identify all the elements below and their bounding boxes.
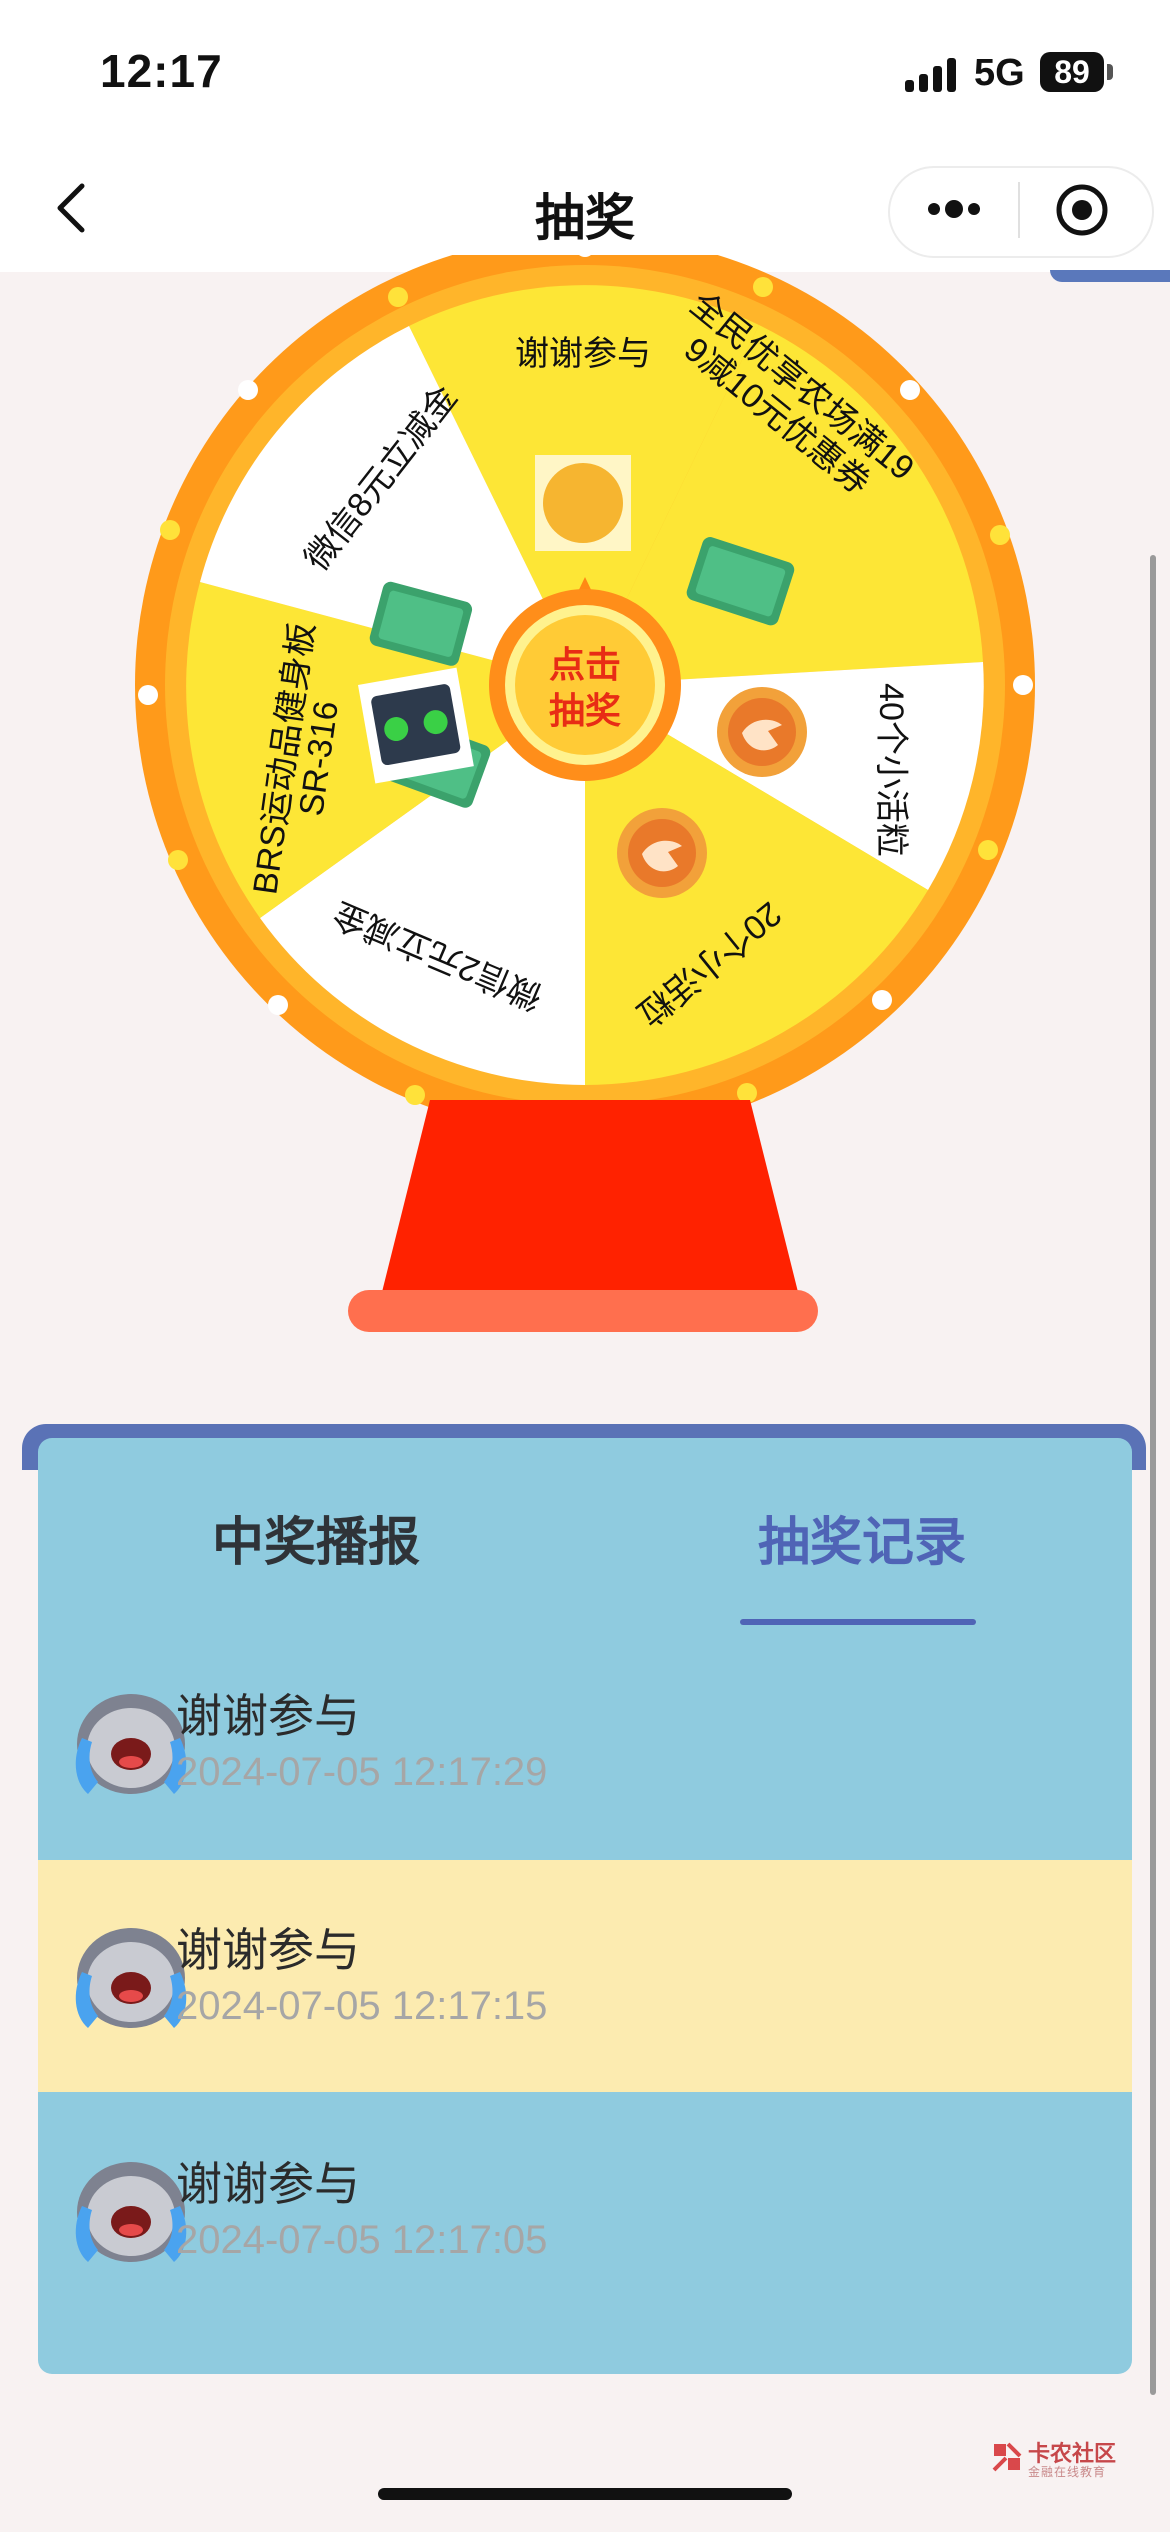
capsule-divider — [1018, 182, 1020, 238]
fitness-board-icon — [358, 667, 474, 784]
battery-icon: 89 — [1040, 52, 1104, 92]
tab-draw-records[interactable]: 抽奖记录 — [758, 1500, 966, 1575]
record-time: 2024-07-05 12:17:05 — [176, 2218, 548, 2262]
wheel-stand — [348, 1100, 818, 1332]
coin-icon — [617, 808, 707, 898]
target-close-icon[interactable] — [1052, 180, 1112, 240]
spin-label-2: 抽奖 — [549, 690, 621, 731]
record-title: 谢谢参与 — [176, 2158, 360, 2210]
coin-icon — [717, 687, 807, 777]
record-title: 谢谢参与 — [176, 1690, 360, 1742]
decor-corner — [1050, 270, 1170, 282]
scrollbar[interactable] — [1150, 555, 1156, 2395]
status-time: 12:17 — [100, 45, 223, 97]
prize-wheel[interactable]: 谢谢参与 全民优享农场满19 9减10元优惠券 40个小活粒 20个小活粒 微信… — [130, 255, 1040, 1135]
segment-label-40-points: 40个小活粒 — [872, 683, 910, 857]
tab-active-indicator — [740, 1619, 976, 1625]
watermark-subtext: 金融在线教育 — [1028, 2465, 1107, 2479]
battery-tip — [1107, 64, 1113, 80]
record-time: 2024-07-05 12:17:29 — [176, 1750, 548, 1794]
segment-label-thanks: 谢谢参与 — [515, 335, 651, 373]
more-dots-icon[interactable] — [922, 184, 986, 234]
network-type: 5G — [974, 52, 1025, 94]
spin-label-1: 点击 — [549, 644, 621, 685]
record-title: 谢谢参与 — [176, 1924, 360, 1976]
watermark-logo-icon — [992, 2442, 1022, 2472]
tab-winner-broadcast[interactable]: 中奖播报 — [212, 1500, 420, 1575]
thanks-icon — [535, 455, 631, 551]
signal-icon — [905, 58, 959, 92]
record-time: 2024-07-05 12:17:15 — [176, 1984, 548, 2028]
home-indicator[interactable] — [378, 2488, 792, 2500]
